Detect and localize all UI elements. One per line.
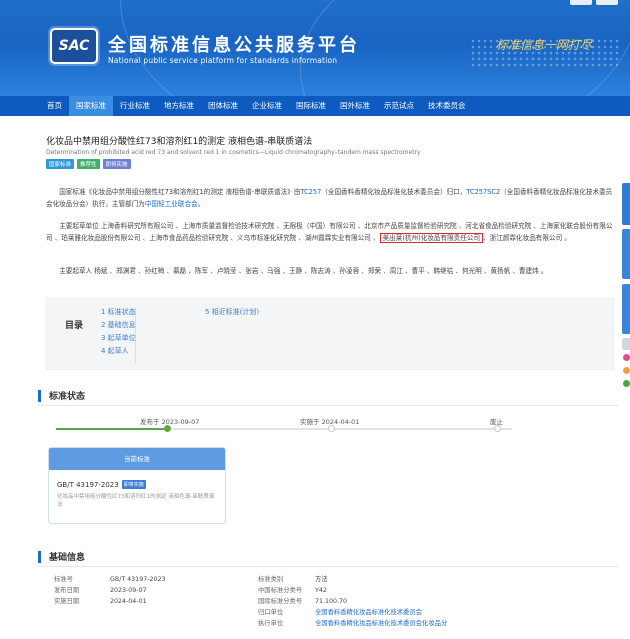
status-badge: 即将实施 bbox=[121, 480, 146, 489]
timeline-dot-publish bbox=[164, 425, 171, 432]
standard-english-title: Determination of prohibited acid red 73 … bbox=[46, 149, 421, 156]
info-value: Y42 bbox=[315, 587, 327, 594]
info-key: 归口单位 bbox=[258, 609, 284, 616]
tc257-link[interactable]: TC257 bbox=[300, 188, 321, 196]
float-sidebar-button[interactable] bbox=[622, 284, 630, 334]
info-value: 方法 bbox=[315, 576, 328, 583]
site-slogan: 标准信息一网打尽 bbox=[496, 38, 593, 52]
float-sidebar-button[interactable] bbox=[622, 229, 630, 279]
info-row: 执行单位 全国香料香精化妆品标准化技术委员会化妆品分 bbox=[258, 618, 447, 627]
info-key: 实施日期 bbox=[54, 598, 80, 605]
standard-tag: 推荐性 bbox=[77, 159, 100, 169]
timeline-dot-abolish bbox=[494, 425, 501, 432]
site-header-banner: SAC 全国标准信息公共服务平台 National public service… bbox=[0, 0, 630, 96]
toc-item[interactable]: 1 标准状态 bbox=[101, 307, 136, 317]
drafting-units-paragraph: 主要起草单位 上海香料研究所有限公司 、上海市质量监督检验技术研究院 、无限极（… bbox=[46, 221, 614, 244]
toc-item[interactable]: 3 起草单位 bbox=[101, 333, 136, 343]
float-sidebar-button[interactable] bbox=[622, 183, 630, 225]
toc-item[interactable]: 5 相近标准(计划) bbox=[205, 307, 259, 317]
info-value: GB/T 43197-2023 bbox=[110, 576, 166, 583]
share-icon[interactable] bbox=[623, 367, 630, 374]
intro-paragraph: 国家标准《化妆品中禁用组分酸性红73和溶剂红1的测定 液相色谱-串联质谱法》由T… bbox=[46, 187, 614, 210]
status-section-header: 标准状态 bbox=[38, 389, 85, 402]
standard-tag: 国家标准 bbox=[46, 159, 75, 169]
card-description: 化妆品中禁用组分酸性红73和溶剂红1的测定 液相色谱-串联质谱法 bbox=[57, 494, 215, 508]
nav-item[interactable]: 国家标准 bbox=[69, 96, 113, 116]
section-marker bbox=[38, 389, 41, 402]
nav-item[interactable]: 企业标准 bbox=[245, 96, 289, 116]
nav-item[interactable]: 技术委员会 bbox=[421, 96, 473, 116]
info-key: 执行单位 bbox=[258, 620, 284, 627]
sac-logo[interactable]: SAC bbox=[50, 28, 98, 64]
toc-column: 5 相近标准(计划) bbox=[205, 307, 259, 317]
info-value: 2024-04-01 bbox=[110, 598, 147, 605]
toc-item[interactable]: 2 基础信息 bbox=[101, 320, 136, 330]
highlighted-drafting-unit: 美出莱(杭州)化妆品有限责任公司 bbox=[379, 232, 484, 243]
timeline-progress bbox=[56, 428, 168, 430]
publish-date-label: 发布于 2023-09-07 bbox=[140, 418, 200, 426]
section-marker bbox=[38, 550, 41, 563]
info-row: 国际标准分类号 71.100.70 bbox=[258, 596, 347, 605]
department-link[interactable]: 中国轻工业联合会 bbox=[145, 200, 198, 208]
info-row: 中国标准分类号 Y42 bbox=[258, 585, 327, 594]
toc-label: 目录 bbox=[65, 321, 84, 331]
top-tab[interactable] bbox=[570, 0, 592, 5]
info-value[interactable]: 全国香料香精化妆品标准化技术委员会 bbox=[315, 609, 422, 616]
info-value: 2023-09-07 bbox=[110, 587, 147, 594]
wechat-icon[interactable] bbox=[623, 380, 630, 387]
standard-title: 化妆品中禁用组分酸性红73和溶剂红1的测定 液相色谱-串联质谱法 bbox=[46, 137, 313, 147]
info-row: 标准号 GB/T 43197-2023 bbox=[54, 574, 166, 583]
section-title: 标准状态 bbox=[49, 392, 86, 402]
toc-column: 1 标准状态 2 基础信息 3 起草单位 4 起草人 bbox=[101, 307, 136, 356]
info-row: 标准类别 方法 bbox=[258, 574, 328, 583]
card-header: 当前标准 bbox=[49, 448, 225, 470]
weibo-icon[interactable] bbox=[623, 354, 630, 361]
nav-item[interactable]: 首页 bbox=[40, 96, 69, 116]
nav-item[interactable]: 团体标准 bbox=[201, 96, 245, 116]
nav-item[interactable]: 行业标准 bbox=[113, 96, 157, 116]
section-divider bbox=[38, 566, 618, 567]
toc-item[interactable]: 4 起草人 bbox=[101, 346, 136, 356]
paragraph-text: 国家标准《化妆品中禁用组分酸性红73和溶剂红1的测定 液相色谱-串联质谱法》由 bbox=[59, 188, 301, 196]
site-title: 全国标准信息公共服务平台 bbox=[108, 35, 360, 56]
info-key: 标准号 bbox=[54, 576, 73, 583]
info-key: 标准类别 bbox=[258, 576, 284, 583]
paragraph-text: （全国香料香精化妆品标准化技术委员会）归口， bbox=[321, 188, 467, 196]
timeline-dot-implement bbox=[328, 425, 335, 432]
float-sidebar-button[interactable] bbox=[622, 338, 630, 350]
info-row: 发布日期 2023-09-07 bbox=[54, 585, 147, 594]
info-row: 实施日期 2024-04-01 bbox=[54, 596, 147, 605]
info-value[interactable]: 全国香料香精化妆品标准化技术委员会化妆品分 bbox=[315, 620, 447, 627]
info-row: 归口单位 全国香料香精化妆品标准化技术委员会 bbox=[258, 607, 422, 616]
paragraph-text: 、浙江颜霏化妆品有限公司 。 bbox=[483, 233, 571, 242]
nav-item[interactable]: 示范试点 bbox=[377, 96, 421, 116]
tc257sc2-link[interactable]: TC257SC2 bbox=[466, 188, 500, 196]
info-key: 发布日期 bbox=[54, 587, 80, 594]
current-standard-card[interactable]: 当前标准 GB/T 43197-2023 即将实施 化妆品中禁用组分酸性红73和溶… bbox=[48, 447, 226, 524]
nav-item[interactable]: 国际标准 bbox=[289, 96, 333, 116]
basic-info-section-header: 基础信息 bbox=[38, 550, 85, 563]
main-nav: 首页 国家标准 行业标准 地方标准 团体标准 企业标准 国际标准 国外标准 示范试点 技术委员会 bbox=[0, 96, 630, 116]
card-standard-code: GB/T 43197-2023 即将实施 bbox=[57, 480, 146, 489]
standard-code: GB/T 43197-2023 bbox=[57, 481, 119, 489]
top-utility-tabs bbox=[570, 0, 618, 5]
drafters-paragraph: 主要起草人 杨斌 、郑渊君 、孙红梅 、慕磊 、陈军 、卢晓莹 、张岩 、马强 … bbox=[59, 267, 548, 275]
info-value: 71.100.70 bbox=[315, 598, 348, 605]
timeline-track bbox=[168, 428, 512, 430]
section-divider bbox=[38, 405, 618, 406]
table-of-contents: 目录 1 标准状态 2 基础信息 3 起草单位 4 起草人 5 相近标准(计划) bbox=[46, 298, 614, 370]
paragraph-text: 。 bbox=[197, 199, 205, 208]
site-title-english: National public service platform for sta… bbox=[108, 56, 338, 65]
standard-tag: 即将实施 bbox=[102, 159, 131, 169]
info-key: 中国标准分类号 bbox=[258, 587, 303, 594]
nav-item[interactable]: 国外标准 bbox=[333, 96, 377, 116]
standard-tags: 国家标准 推荐性 即将实施 bbox=[46, 159, 131, 169]
section-title: 基础信息 bbox=[49, 553, 86, 563]
nav-item[interactable]: 地方标准 bbox=[157, 96, 201, 116]
top-tab[interactable] bbox=[596, 0, 618, 5]
info-key: 国际标准分类号 bbox=[258, 598, 303, 605]
